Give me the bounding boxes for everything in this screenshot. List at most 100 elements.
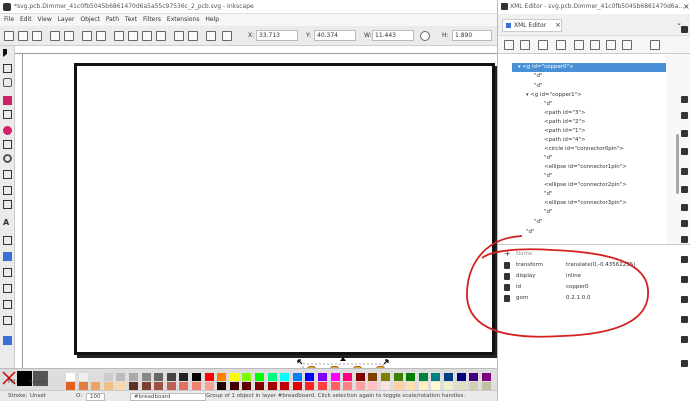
color-swatch[interactable] xyxy=(141,382,151,390)
group-icon[interactable] xyxy=(206,31,216,41)
rectangle-tool-icon[interactable] xyxy=(3,96,12,105)
color-swatch[interactable] xyxy=(355,373,365,381)
calligraphy-tool-icon[interactable] xyxy=(3,200,12,209)
color-swatch[interactable] xyxy=(393,373,403,381)
tree-node[interactable]: "d" xyxy=(534,83,543,89)
3d-box-tool-icon[interactable] xyxy=(3,110,12,119)
star-tool-icon[interactable] xyxy=(3,140,12,149)
color-swatch[interactable] xyxy=(418,382,428,390)
menu-layer[interactable]: Layer xyxy=(58,16,75,23)
color-swatch[interactable] xyxy=(91,382,101,390)
color-swatch[interactable] xyxy=(381,382,390,390)
lower-to-bottom-icon[interactable] xyxy=(156,31,166,41)
color-swatch[interactable] xyxy=(280,373,290,381)
tree-node[interactable]: <path id="2"> xyxy=(544,119,586,125)
pencil-tool-icon[interactable] xyxy=(3,170,12,179)
dock-icon[interactable] xyxy=(681,168,688,175)
tree-node[interactable]: "d" xyxy=(544,155,553,161)
color-swatch[interactable] xyxy=(66,373,75,381)
color-swatch[interactable] xyxy=(255,382,264,390)
tree-node[interactable]: "d" xyxy=(534,73,543,79)
rotate-cw-icon[interactable] xyxy=(64,31,74,41)
new-element-node-icon[interactable] xyxy=(504,40,514,50)
menu-file[interactable]: File xyxy=(4,16,14,23)
lower-icon[interactable] xyxy=(142,31,152,41)
tree-node[interactable]: <path id="1"> xyxy=(544,128,586,134)
color-swatch[interactable] xyxy=(179,373,189,381)
dock-icon[interactable] xyxy=(681,336,688,343)
color-swatch[interactable] xyxy=(141,373,151,381)
h-field[interactable]: 1.890 xyxy=(452,30,492,41)
menu-object[interactable]: Object xyxy=(80,16,100,23)
color-swatch[interactable] xyxy=(355,382,365,390)
menu-edit[interactable]: Edit xyxy=(20,16,32,23)
text-tool-icon[interactable]: A xyxy=(3,218,12,227)
select-all-icon[interactable] xyxy=(4,31,14,41)
tree-node[interactable]: ▾ <g id="copper0"> xyxy=(518,64,574,70)
paint-bucket-tool-icon[interactable] xyxy=(3,300,12,309)
color-swatch[interactable] xyxy=(469,373,479,381)
color-swatch[interactable] xyxy=(318,382,327,390)
dock-icon[interactable] xyxy=(681,316,688,323)
color-swatch[interactable] xyxy=(418,373,428,381)
color-swatch[interactable] xyxy=(267,382,277,390)
dock-icon[interactable] xyxy=(681,26,688,33)
color-swatch[interactable] xyxy=(330,382,340,390)
flip-vertical-icon[interactable] xyxy=(96,31,106,41)
tab-xml-editor[interactable]: XML Editor × xyxy=(502,19,562,32)
x-field[interactable]: 33.713 xyxy=(256,30,298,41)
color-swatch[interactable] xyxy=(481,373,491,381)
dock-icon[interactable] xyxy=(681,220,688,227)
dropper-tool-icon[interactable] xyxy=(3,284,12,293)
distribute-icon[interactable] xyxy=(188,31,198,41)
tree-node[interactable]: <ellipse id="connector1pin"> xyxy=(544,164,627,170)
dock-icon[interactable] xyxy=(681,276,688,283)
color-swatch[interactable] xyxy=(129,373,138,381)
dock-icon[interactable] xyxy=(681,186,688,193)
vertical-ruler[interactable] xyxy=(15,54,23,368)
color-swatch[interactable] xyxy=(431,382,441,390)
raise-node-icon[interactable] xyxy=(606,40,616,50)
color-swatch[interactable] xyxy=(192,382,201,390)
menu-extensions[interactable]: Extensions xyxy=(167,16,200,23)
color-swatch[interactable] xyxy=(217,382,227,390)
y-field[interactable]: 40.374 xyxy=(314,30,356,41)
delete-node-icon[interactable] xyxy=(556,40,566,50)
color-swatch[interactable] xyxy=(192,373,201,381)
tree-node[interactable]: "d" xyxy=(544,191,553,197)
duplicate-node-icon[interactable] xyxy=(538,40,548,50)
color-swatch[interactable] xyxy=(91,373,101,381)
color-swatch[interactable] xyxy=(229,373,239,381)
canvas[interactable] xyxy=(23,54,497,387)
zoom-tool-icon[interactable] xyxy=(3,78,12,87)
color-swatch[interactable] xyxy=(204,382,214,390)
dock-icon[interactable] xyxy=(681,148,688,155)
color-swatch[interactable] xyxy=(217,373,227,381)
align-icon[interactable] xyxy=(174,31,184,41)
selector-tool-icon[interactable] xyxy=(3,49,9,57)
color-swatch[interactable] xyxy=(116,373,126,381)
spray-tool-icon[interactable] xyxy=(3,236,12,245)
menu-view[interactable]: View xyxy=(38,16,52,23)
color-swatch[interactable] xyxy=(166,382,176,390)
dock-icon[interactable] xyxy=(681,96,688,103)
tweak-tool-icon[interactable] xyxy=(3,316,12,325)
layout-icon[interactable] xyxy=(650,40,660,50)
color-swatch[interactable] xyxy=(242,382,252,390)
dock-icon[interactable] xyxy=(681,256,688,263)
color-swatch[interactable] xyxy=(469,382,479,390)
spiral-tool-icon[interactable] xyxy=(3,154,12,163)
xml-node-tree[interactable]: ▾ <g id="copper0"> "d" "d" ▾ <g id="copp… xyxy=(498,54,666,244)
color-swatch[interactable] xyxy=(166,373,176,381)
w-field[interactable]: 11.443 xyxy=(372,30,414,41)
eraser-tool-icon[interactable] xyxy=(3,336,12,345)
color-swatch[interactable] xyxy=(368,382,378,390)
color-swatch[interactable] xyxy=(393,382,403,390)
tree-node[interactable]: "d" xyxy=(534,219,543,225)
tab-close-icon[interactable]: × xyxy=(555,21,561,29)
color-swatch[interactable] xyxy=(456,373,466,381)
mesh-tool-icon[interactable] xyxy=(3,268,12,277)
tree-node[interactable]: <ellipse id="connector2pin"> xyxy=(544,182,627,188)
opacity-field[interactable]: 100 xyxy=(86,393,105,401)
color-swatch[interactable] xyxy=(481,382,491,390)
